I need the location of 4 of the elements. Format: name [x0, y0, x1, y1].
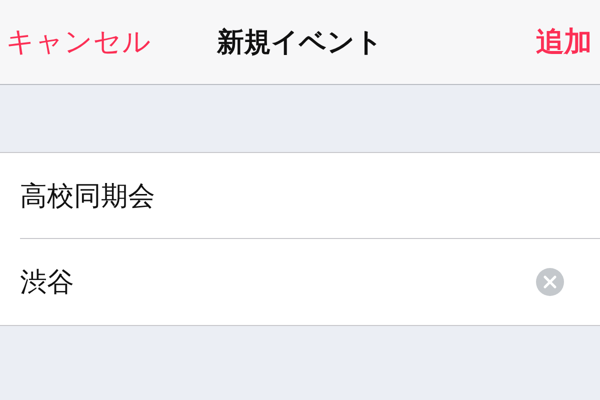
screen-title: 新規イベント — [217, 27, 383, 58]
input-field[interactable]: 高校同期会 — [20, 180, 564, 211]
input-field[interactable]: 渋谷 — [20, 266, 536, 298]
clear-icon[interactable] — [536, 268, 564, 296]
